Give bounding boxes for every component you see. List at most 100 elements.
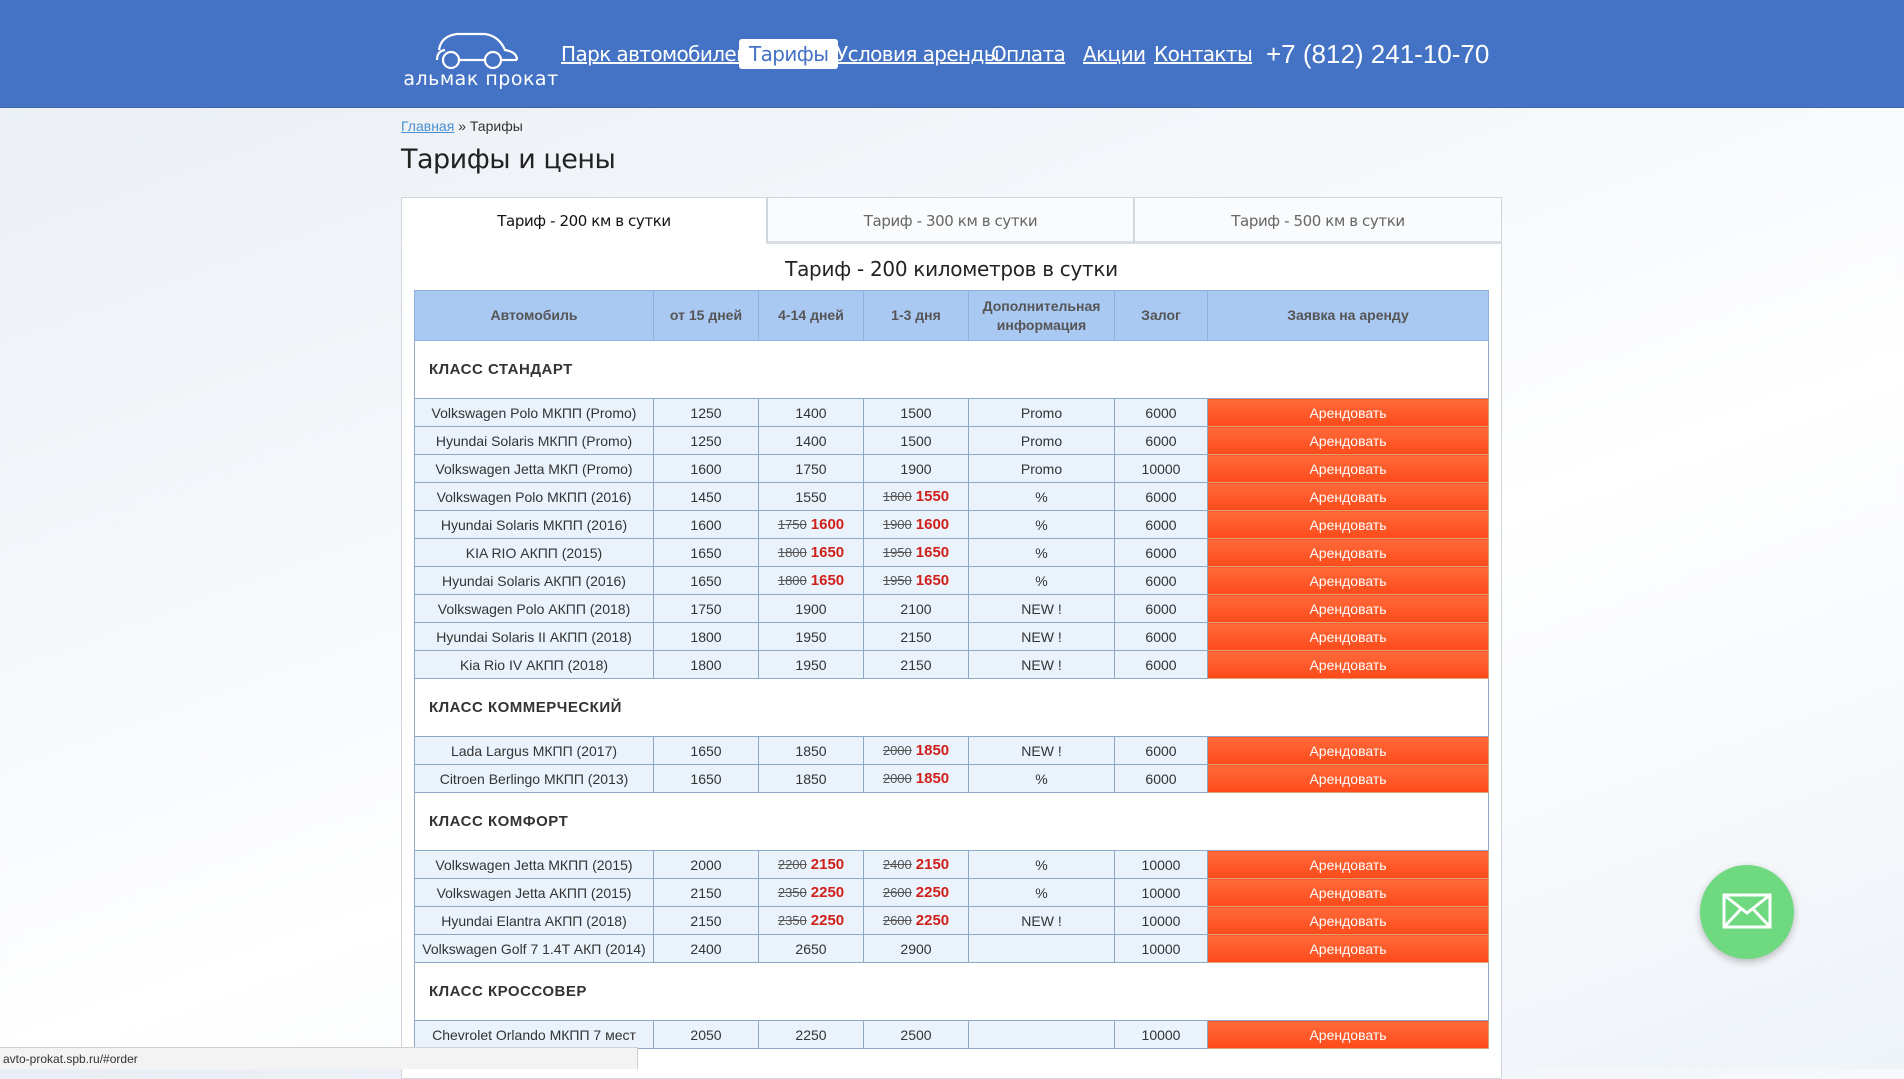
section-header-row: КЛАСС КОМФОРТ	[414, 792, 1489, 851]
car-name-cell: Lada Largus МКПП (2017)	[414, 736, 654, 765]
nav-contacts[interactable]: Контакты	[1154, 39, 1253, 69]
deposit-cell: 6000	[1114, 426, 1208, 455]
rent-button[interactable]: Арендовать	[1207, 594, 1489, 623]
price-4-14-days-cell: 1550	[758, 482, 864, 511]
price-value: 2150	[900, 656, 932, 673]
price-15-days-cell: 1600	[653, 510, 759, 539]
table-header-row: Автомобиль от 15 дней 4-14 дней 1-3 дня …	[414, 290, 1489, 341]
tab-200km[interactable]: Тариф - 200 км в сутки	[401, 197, 767, 244]
rent-button[interactable]: Арендовать	[1207, 934, 1489, 963]
car-name-cell: Volkswagen Golf 7 1.4T АКП (2014)	[414, 934, 654, 963]
info-cell: Promo	[968, 398, 1115, 427]
price-15-days-cell: 1800	[653, 650, 759, 679]
rent-button[interactable]: Арендовать	[1207, 650, 1489, 679]
price-4-14-days-cell: 2650	[758, 934, 864, 963]
column-header-order: Заявка на аренду	[1207, 290, 1489, 341]
price-15-days-cell: 1250	[653, 398, 759, 427]
old-price: 2200	[777, 857, 807, 872]
tab-300km[interactable]: Тариф - 300 км в сутки	[767, 197, 1134, 244]
rent-button[interactable]: Арендовать	[1207, 426, 1489, 455]
column-header-car: Автомобиль	[414, 290, 654, 341]
info-cell: %	[968, 510, 1115, 539]
price-1-3-days-cell: 2400 2150	[863, 850, 969, 879]
phone-number[interactable]: +7 (812) 241-10-70	[1266, 38, 1489, 70]
deposit-cell: 6000	[1114, 538, 1208, 567]
table-row: Chevrolet Orlando МКПП 7 мест 2050 2250 250…	[414, 1020, 1489, 1049]
old-price: 1800	[777, 545, 807, 560]
price-1-3-days-cell: 2150	[863, 622, 969, 651]
car-name-cell: Volkswagen Polo МКПП (2016)	[414, 482, 654, 511]
rent-button[interactable]: Арендовать	[1207, 454, 1489, 483]
deposit-cell: 10000	[1114, 454, 1208, 483]
page-title: Тарифы и цены	[401, 144, 616, 175]
price-value: 2500	[900, 1026, 932, 1043]
price-4-14-days-cell: 1750 1600	[758, 510, 864, 539]
rent-button[interactable]: Арендовать	[1207, 482, 1489, 511]
price-4-14-days-cell: 2350 2250	[758, 878, 864, 907]
car-name-cell: Hyundai Elantra АКПП (2018)	[414, 906, 654, 935]
car-name-cell: Hyundai Solaris МКПП (2016)	[414, 510, 654, 539]
price-4-14-days-cell: 1850	[758, 764, 864, 793]
browser-status-bar: avto-prokat.spb.ru/#order	[0, 1047, 638, 1069]
info-cell: %	[968, 878, 1115, 907]
price-value: 1500	[900, 404, 932, 421]
old-price: 1900	[882, 517, 912, 532]
table-row: Hyundai Solaris АКПП (2016) 1650 1800 1650 1…	[414, 566, 1489, 595]
discount-price: 1650	[810, 572, 845, 589]
deposit-cell: 10000	[1114, 850, 1208, 879]
old-price: 2000	[882, 743, 912, 758]
info-cell	[968, 934, 1115, 963]
rent-button[interactable]: Арендовать	[1207, 510, 1489, 539]
rent-button[interactable]: Арендовать	[1207, 538, 1489, 567]
price-4-14-days-cell: 2250	[758, 1020, 864, 1049]
nav-tariffs[interactable]: Тарифы	[739, 39, 839, 69]
deposit-cell: 10000	[1114, 878, 1208, 907]
tab-500km[interactable]: Тариф - 500 км в сутки	[1134, 197, 1502, 244]
price-15-days-cell: 2150	[653, 906, 759, 935]
column-header-info: Дополнительная информация	[968, 290, 1115, 341]
rent-button[interactable]: Арендовать	[1207, 622, 1489, 651]
price-15-days-cell: 1250	[653, 426, 759, 455]
section-header-row: КЛАСС СТАНДАРТ	[414, 340, 1489, 399]
price-value: 2100	[900, 600, 932, 617]
envelope-icon	[1722, 893, 1772, 929]
rent-button[interactable]: Арендовать	[1207, 878, 1489, 907]
price-value: 1500	[900, 432, 932, 449]
nav-payment[interactable]: Оплата	[991, 39, 1066, 69]
rent-button[interactable]: Арендовать	[1207, 398, 1489, 427]
table-row: Volkswagen Golf 7 1.4T АКП (2014) 2400 265…	[414, 934, 1489, 963]
rent-button[interactable]: Арендовать	[1207, 906, 1489, 935]
discount-price: 2250	[810, 884, 845, 901]
price-4-14-days-cell: 1400	[758, 426, 864, 455]
deposit-cell: 6000	[1114, 622, 1208, 651]
table-row: Volkswagen Polo МКПП (Promo) 1250 1400 1500…	[414, 398, 1489, 427]
rent-button[interactable]: Арендовать	[1207, 764, 1489, 793]
discount-price: 1600	[915, 516, 950, 533]
old-price: 2600	[882, 913, 912, 928]
rent-button[interactable]: Арендовать	[1207, 736, 1489, 765]
nav-fleet[interactable]: Парк автомобилей	[561, 39, 749, 69]
nav-promotions[interactable]: Акции	[1083, 39, 1146, 69]
price-1-3-days-cell: 1900	[863, 454, 969, 483]
info-cell: NEW !	[968, 622, 1115, 651]
breadcrumb-current: Тарифы	[469, 118, 523, 134]
rent-button[interactable]: Арендовать	[1207, 1020, 1489, 1049]
table-row: Hyundai Solaris МКПП (Promo) 1250 1400 1500…	[414, 426, 1489, 455]
section-title: КЛАСС КОМФОРТ	[414, 792, 1489, 851]
price-1-3-days-cell: 1950 1650	[863, 538, 969, 567]
old-price: 1950	[882, 573, 912, 588]
price-4-14-days-cell: 2200 2150	[758, 850, 864, 879]
rent-button[interactable]: Арендовать	[1207, 566, 1489, 595]
price-4-14-days-cell: 2350 2250	[758, 906, 864, 935]
info-cell: NEW !	[968, 594, 1115, 623]
price-4-14-days-cell: 1950	[758, 622, 864, 651]
price-value: 1900	[900, 460, 932, 477]
contact-mail-button[interactable]	[1700, 865, 1794, 959]
logo-text[interactable]: альмак прокат	[401, 68, 561, 90]
price-1-3-days-cell: 1800 1550	[863, 482, 969, 511]
rent-button[interactable]: Арендовать	[1207, 850, 1489, 879]
nav-rental-terms[interactable]: Условия аренды	[836, 39, 1000, 69]
breadcrumb-home-link[interactable]: Главная	[401, 118, 454, 134]
price-1-3-days-cell: 1500	[863, 398, 969, 427]
deposit-cell: 6000	[1114, 566, 1208, 595]
